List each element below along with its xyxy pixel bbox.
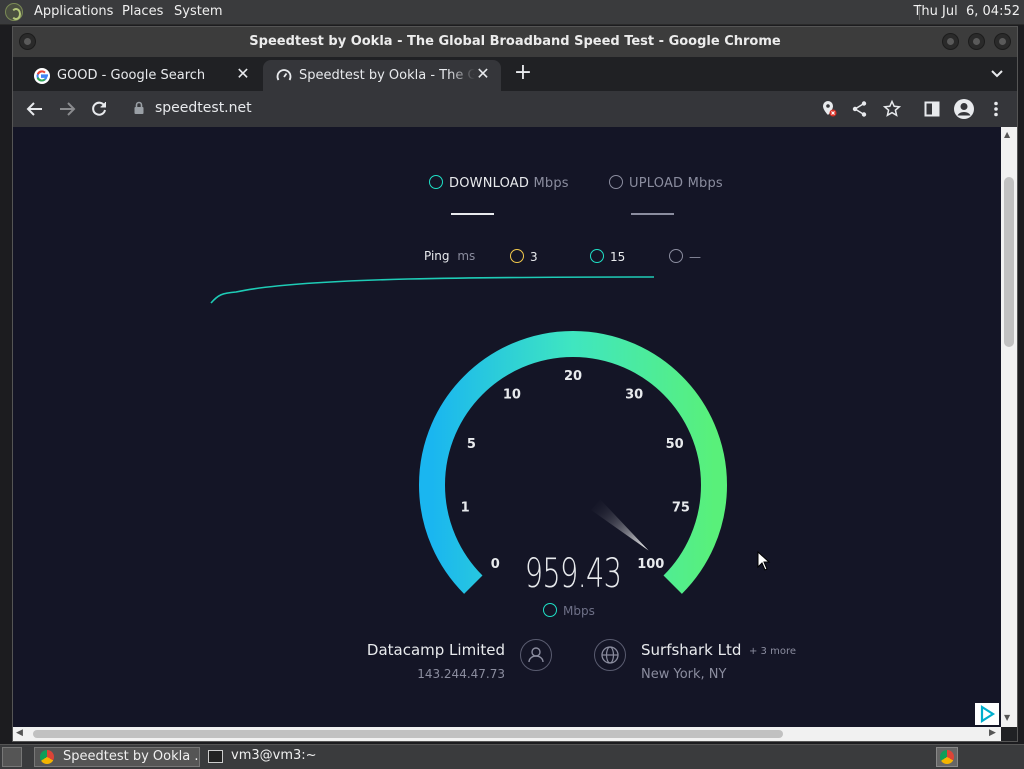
bookmark-star-icon[interactable] (879, 96, 905, 122)
taskbar-item-label: Speedtest by Ookla ... (63, 749, 200, 764)
profile-avatar-icon[interactable] (951, 96, 977, 122)
upload-header: UPLOAD Mbps (609, 175, 723, 191)
server-name[interactable]: Surfshark Ltd (641, 641, 741, 659)
gauge-tick-label: 10 (503, 388, 521, 403)
desktop-top-panel: Applications Places System Thu Jul 6, 04… (0, 0, 1024, 25)
speed-unit: Mbps (563, 604, 595, 618)
globe-icon[interactable] (594, 639, 626, 671)
panel-clock[interactable]: Thu Jul 6, 04:52 (913, 4, 1020, 19)
ping-upload-value: — (689, 250, 701, 264)
google-icon (34, 68, 50, 84)
gauge-tick-label: 1 (461, 500, 470, 515)
side-panel-icon[interactable] (919, 96, 945, 122)
close-window-button[interactable] (994, 33, 1011, 50)
gauge-needle (591, 499, 649, 551)
workspace-switcher[interactable] (936, 747, 958, 767)
blocked-location-icon[interactable] (816, 96, 842, 122)
browser-toolbar: speedtest.net (13, 91, 1017, 127)
download-latency-icon (590, 249, 604, 263)
menu-places[interactable]: Places (122, 4, 163, 19)
taskbar-item-terminal[interactable]: vm3@vm3:~ (204, 747, 344, 767)
gauge-tick-label: 20 (564, 369, 582, 384)
upload-underline (631, 213, 674, 215)
ping-label-group: Ping ms (424, 249, 475, 263)
share-icon[interactable] (847, 96, 873, 122)
mouse-cursor-icon (757, 551, 771, 571)
upload-label: UPLOAD (629, 176, 684, 191)
vertical-scroll-thumb[interactable] (1004, 177, 1014, 347)
desktop-taskbar: Speedtest by Ookla ... vm3@vm3:~ (0, 744, 1024, 769)
terminal-icon (208, 750, 223, 763)
scroll-left-icon[interactable]: ◀ (16, 728, 23, 738)
tab-close-icon[interactable]: ✕ (473, 64, 493, 84)
server-location: New York, NY (641, 667, 727, 682)
speedtest-page: DOWNLOAD Mbps UPLOAD Mbps Ping ms 3 15 — (13, 127, 1001, 727)
speedtest-icon (276, 69, 292, 81)
minimize-button[interactable] (942, 33, 959, 50)
upload-unit: Mbps (687, 176, 723, 191)
window-title: Speedtest by Ookla - The Global Broadban… (249, 34, 781, 49)
server-more-link[interactable]: + 3 more (749, 646, 796, 657)
scroll-up-icon[interactable]: ▲ (1004, 130, 1010, 139)
reload-icon[interactable] (86, 96, 112, 122)
gauge-tick-label: 75 (672, 500, 690, 515)
taskbar-item-label: vm3@vm3:~ (231, 748, 317, 763)
maximize-button[interactable] (968, 33, 985, 50)
speed-value: 959.43 (524, 551, 622, 597)
idle-latency-icon (510, 249, 524, 263)
isp-ip: 143.244.47.73 (417, 667, 505, 681)
ping-idle-value: 3 (530, 250, 538, 264)
back-arrow-icon[interactable] (22, 96, 48, 122)
chrome-icon (40, 750, 54, 764)
download-underline (451, 213, 494, 215)
upload-latency-icon (669, 249, 683, 263)
horizontal-scroll-thumb[interactable] (33, 730, 783, 738)
user-icon (520, 639, 552, 671)
address-bar[interactable]: speedtest.net (155, 100, 252, 116)
isp-name: Datacamp Limited (366, 641, 505, 659)
menu-applications[interactable]: Applications (34, 4, 113, 19)
vertical-scrollbar[interactable]: ▲ ▼ (1001, 127, 1017, 727)
upload-arrow-icon (609, 175, 623, 189)
scroll-right-icon[interactable]: ▶ (989, 728, 996, 738)
tab-close-icon[interactable]: ✕ (233, 64, 253, 84)
speed-graph (210, 276, 655, 304)
gauge-tick-label: 30 (625, 388, 643, 403)
tab-speedtest[interactable]: Speedtest by Ookla - The Global Broadban… (263, 60, 501, 91)
speed-unit-label: Mbps (543, 603, 595, 618)
gauge-tick-label: 50 (666, 437, 684, 452)
browser-window: Speedtest by Ookla - The Global Broadban… (12, 26, 1018, 742)
download-arrow-icon (429, 175, 443, 189)
distro-logo-icon[interactable] (5, 3, 23, 21)
ping-download-value: 15 (610, 250, 626, 264)
tab-label: Speedtest by Ookla - The Global Broadban… (299, 68, 475, 83)
chrome-icon (940, 750, 954, 764)
chevron-down-icon[interactable] (989, 65, 1005, 81)
show-desktop-button[interactable] (2, 747, 22, 767)
gauge-tick-label: 5 (467, 437, 476, 452)
ping-download: 15 (590, 249, 625, 264)
ping-idle: 3 (510, 249, 538, 264)
menu-system[interactable]: System (174, 4, 222, 19)
ping-upload: — (669, 249, 701, 264)
tab-strip: GOOD - Google Search ✕ Speedtest by Ookl… (13, 57, 1017, 91)
taskbar-item-chrome[interactable]: Speedtest by Ookla ... (34, 747, 200, 767)
scroll-down-icon[interactable]: ▼ (1004, 713, 1010, 722)
tab-google-search[interactable]: GOOD - Google Search ✕ (21, 60, 261, 91)
adchoices-icon[interactable] (975, 703, 999, 725)
download-unit: Mbps (533, 176, 569, 191)
kebab-menu-icon[interactable] (983, 96, 1009, 122)
horizontal-scrollbar[interactable]: ◀ ▶ (13, 727, 1001, 741)
ping-label: Ping (424, 249, 450, 263)
download-header: DOWNLOAD Mbps (429, 175, 569, 191)
download-arrow-icon (543, 603, 557, 617)
download-label: DOWNLOAD (449, 176, 530, 191)
new-tab-button[interactable]: + (511, 61, 535, 85)
forward-arrow-icon[interactable] (54, 96, 80, 122)
window-titlebar[interactable]: Speedtest by Ookla - The Global Broadban… (13, 27, 1017, 57)
ping-unit: ms (457, 249, 476, 263)
tab-label: GOOD - Google Search (57, 68, 206, 83)
lock-icon[interactable] (133, 101, 145, 115)
